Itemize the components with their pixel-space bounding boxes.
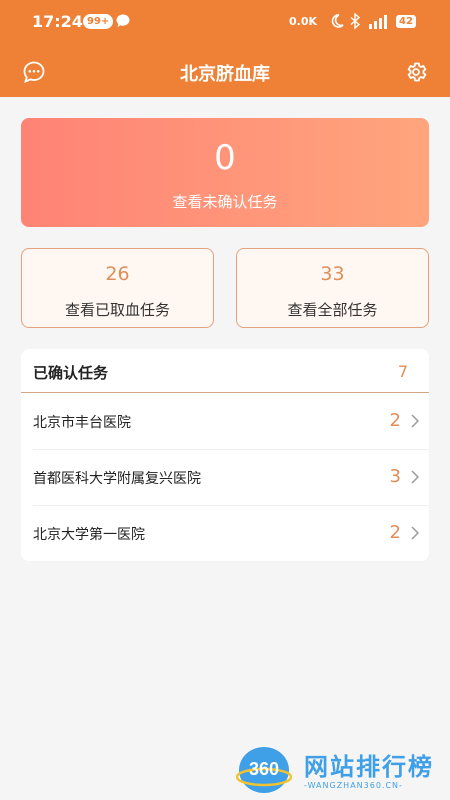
chevron-right-icon: [411, 470, 419, 484]
all-tasks-card[interactable]: 33 查看全部任务: [236, 248, 429, 328]
list-item[interactable]: 北京大学第一医院 2: [21, 505, 429, 561]
all-count: 33: [320, 263, 345, 285]
status-bar: 17:24 99+ 0.0K 42: [0, 0, 450, 44]
battery-indicator: 42: [396, 15, 416, 28]
collected-count: 26: [105, 263, 130, 285]
settings-icon[interactable]: [404, 60, 428, 84]
signal-icon: [369, 15, 387, 29]
chevron-right-icon: [411, 526, 419, 540]
watermark-logo: 360: [236, 747, 292, 793]
list-item[interactable]: 北京市丰台医院 2: [21, 393, 429, 449]
all-label: 查看全部任务: [287, 301, 378, 319]
hospital-name: 北京市丰台医院: [33, 415, 131, 431]
task-count: 3: [389, 466, 401, 487]
chevron-right-icon: [411, 414, 419, 428]
confirmed-tasks-title: 已确认任务: [33, 364, 109, 382]
watermark: 360 网站排行榜 -WANGZHAN360.CN-: [236, 743, 446, 797]
watermark-subtext: -WANGZHAN360.CN-: [304, 781, 403, 790]
watermark-text: 网站排行榜: [304, 753, 434, 781]
confirmed-tasks-header: 已确认任务 7: [21, 349, 429, 393]
collected-tasks-card[interactable]: 26 查看已取血任务: [21, 248, 214, 328]
task-count: 2: [389, 410, 401, 431]
status-time: 17:24: [32, 12, 83, 31]
list-item[interactable]: 首都医科大学附属复兴医院 3: [21, 449, 429, 505]
unconfirmed-count: 0: [214, 138, 236, 178]
moon-icon: [331, 14, 344, 28]
collected-label: 查看已取血任务: [64, 301, 170, 319]
page-title: 北京脐血库: [180, 64, 270, 85]
confirmed-tasks-count: 7: [397, 362, 408, 381]
network-speed: 0.0K: [289, 15, 318, 28]
unconfirmed-tasks-card[interactable]: 0 查看未确认任务: [21, 118, 429, 227]
notification-badge: 99+: [83, 14, 114, 29]
svg-text:360: 360: [249, 759, 279, 779]
chat-bubble-icon: [116, 14, 130, 27]
task-count: 2: [389, 522, 401, 543]
confirmed-tasks-panel: 已确认任务 7 北京市丰台医院 2 首都医科大学附属复兴医院 3 北京大学第一医…: [21, 349, 429, 561]
unconfirmed-label: 查看未确认任务: [172, 193, 278, 211]
bluetooth-icon: [350, 13, 361, 30]
hospital-name: 北京大学第一医院: [33, 527, 145, 543]
hospital-name: 首都医科大学附属复兴医院: [33, 471, 201, 487]
app-header: 17:24 99+ 0.0K 42 北京脐血库: [0, 0, 450, 97]
